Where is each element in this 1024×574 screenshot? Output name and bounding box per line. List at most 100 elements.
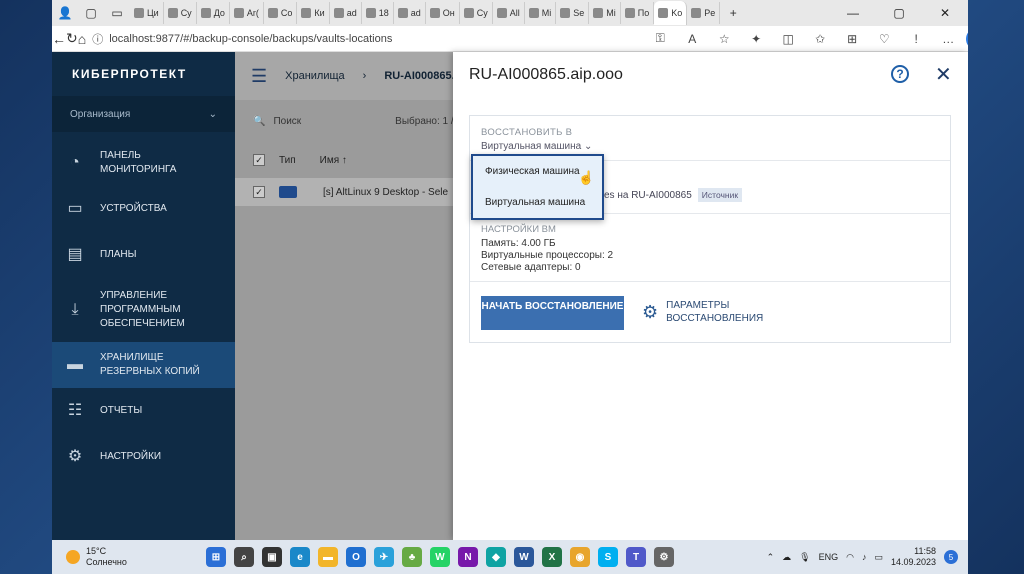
- time: 11:58: [914, 546, 936, 556]
- weather-widget[interactable]: 15°C Солнечно: [52, 546, 202, 568]
- new-tab-button[interactable]: +: [720, 2, 746, 24]
- tab-0[interactable]: Ци: [130, 2, 164, 24]
- row-name: [s] AltLinux 9 Desktop - Sele: [323, 186, 449, 198]
- tab-label: All: [509, 8, 520, 18]
- help-icon[interactable]: ?: [891, 65, 909, 83]
- tab-3[interactable]: Ar(: [230, 2, 264, 24]
- extensions-icon[interactable]: ✦: [742, 32, 770, 46]
- sidebar-item-3[interactable]: ⤓ Управление программным обеспечением: [52, 278, 235, 342]
- app-icon[interactable]: ◆: [486, 547, 506, 567]
- select-all-checkbox[interactable]: ✓: [253, 154, 265, 166]
- app-icon[interactable]: ♣: [402, 547, 422, 567]
- clock[interactable]: 11:58 14.09.2023: [891, 546, 936, 568]
- tab-13[interactable]: Se: [556, 2, 590, 24]
- bing-icon[interactable]: b: [966, 27, 968, 50]
- outlook-icon[interactable]: O: [346, 547, 366, 567]
- favicon-icon: [167, 8, 178, 18]
- edge-icon[interactable]: e: [290, 547, 310, 567]
- tab-9[interactable]: Он: [426, 2, 460, 24]
- minimize-button[interactable]: —: [830, 6, 876, 20]
- info-icon[interactable]: ⓘ: [92, 31, 103, 47]
- tab-11[interactable]: All: [493, 2, 525, 24]
- tab-4[interactable]: Co: [264, 2, 298, 24]
- task-view-icon[interactable]: ▣: [262, 547, 282, 567]
- more-icon[interactable]: …: [934, 32, 962, 46]
- notification-badge[interactable]: 5: [944, 550, 958, 564]
- settings-icon[interactable]: ⚙: [654, 547, 674, 567]
- split-screen-icon[interactable]: ◫: [774, 32, 802, 46]
- chrome-icon[interactable]: ◉: [570, 547, 590, 567]
- tab-5[interactable]: Ки: [297, 2, 330, 24]
- excel-icon[interactable]: X: [542, 547, 562, 567]
- chevron-up-icon[interactable]: ⌃: [767, 552, 775, 563]
- profile-icon[interactable]: 👤: [52, 2, 78, 24]
- collections-icon[interactable]: ⊞: [838, 32, 866, 46]
- url-field[interactable]: ⓘ localhost:9877/#/backup-console/backup…: [86, 29, 646, 49]
- battery-icon[interactable]: ▭: [874, 552, 883, 563]
- start-recovery-button[interactable]: НАЧАТЬ ВОССТАНОВЛЕНИЕ: [481, 296, 624, 330]
- read-aloud-icon[interactable]: A: [678, 32, 706, 46]
- tab-14[interactable]: Mi: [589, 2, 621, 24]
- sidebar-item-4[interactable]: ▬ Хранилище резервных копий: [52, 342, 235, 388]
- explorer-icon[interactable]: ▬: [318, 547, 338, 567]
- tab-7[interactable]: 18: [362, 2, 394, 24]
- favorites-icon[interactable]: ✩: [806, 32, 834, 46]
- organization-selector[interactable]: Организация ⌄: [52, 96, 235, 132]
- divider: [470, 281, 950, 282]
- col-type[interactable]: Тип: [279, 155, 296, 166]
- maximize-button[interactable]: ▢: [876, 6, 922, 20]
- tab-8[interactable]: ad: [394, 2, 426, 24]
- language-indicator[interactable]: ENG: [819, 552, 839, 562]
- menu-icon[interactable]: ☰: [251, 66, 267, 87]
- sidebar-item-0[interactable]: ◔ Панель мониторинга: [52, 140, 235, 186]
- tab-bar: 👤 ▢ ▭ Ци Су До Ar(Co Ки ad 18 ad Он Су All Mi Se Mi По…: [52, 0, 968, 26]
- microphone-icon[interactable]: 🎙: [799, 552, 810, 563]
- vm-icon: [279, 186, 297, 198]
- skype-icon[interactable]: S: [598, 547, 618, 567]
- search-icon[interactable]: ⌕: [234, 547, 254, 567]
- sidebar-item-5[interactable]: ☷ Отчеты: [52, 388, 235, 434]
- home-button[interactable]: ⌂: [78, 31, 86, 47]
- tab-17[interactable]: Pe: [687, 2, 721, 24]
- telegram-icon[interactable]: ✈: [374, 547, 394, 567]
- performance-icon[interactable]: ♡: [870, 32, 898, 46]
- dropdown-option-virtual[interactable]: Виртуальная машина: [473, 187, 602, 218]
- onenote-icon[interactable]: N: [458, 547, 478, 567]
- recovery-options-button[interactable]: ⚙ ПАРАМЕТРЫ ВОССТАНОВЛЕНИЯ: [642, 299, 766, 325]
- close-icon[interactable]: ✕: [935, 62, 952, 87]
- wifi-icon[interactable]: ◠: [846, 552, 854, 563]
- sidebar-item-2[interactable]: ▤ Планы: [52, 232, 235, 278]
- vm-memory: Память: 4.00 ГБ: [481, 238, 556, 249]
- word-icon[interactable]: W: [514, 547, 534, 567]
- restore-to-select[interactable]: Виртуальная машина ⌄: [481, 141, 592, 152]
- tab-1[interactable]: Су: [164, 2, 197, 24]
- search-input[interactable]: Поиск: [273, 116, 301, 127]
- tab-15[interactable]: По: [621, 2, 655, 24]
- favorite-star-icon[interactable]: ☆: [710, 32, 738, 46]
- row-checkbox[interactable]: ✓: [253, 186, 265, 198]
- tab-actions-icon[interactable]: ▭: [104, 2, 130, 24]
- notifications-icon[interactable]: !: [902, 32, 930, 46]
- vm-settings-label[interactable]: НАСТРОЙКИ ВМ: [481, 224, 556, 235]
- reload-button[interactable]: ↻: [66, 30, 78, 47]
- tab-2[interactable]: До: [197, 2, 230, 24]
- col-name[interactable]: Имя ↑: [320, 155, 347, 166]
- toolbar-icons: ⚿ A ☆ ✦ ◫ ✩ ⊞ ♡ ! … b: [646, 27, 968, 50]
- collections-icon[interactable]: ▢: [78, 2, 104, 24]
- start-icon[interactable]: ⊞: [206, 547, 226, 567]
- volume-icon[interactable]: ♪: [862, 552, 867, 562]
- onedrive-icon[interactable]: ☁: [782, 552, 791, 563]
- back-button[interactable]: ←: [52, 31, 66, 47]
- sidebar-item-1[interactable]: ▭ Устройства: [52, 186, 235, 232]
- sidebar-item-6[interactable]: ⚙ Настройки: [52, 434, 235, 480]
- favicon-icon: [624, 8, 635, 18]
- close-window-button[interactable]: ✕: [922, 6, 968, 20]
- whatsapp-icon[interactable]: W: [430, 547, 450, 567]
- tab-16[interactable]: Ko: [654, 1, 688, 25]
- tab-12[interactable]: Mi: [525, 2, 557, 24]
- key-icon[interactable]: ⚿: [646, 31, 674, 46]
- breadcrumb-root[interactable]: Хранилища: [285, 70, 345, 82]
- tab-6[interactable]: ad: [330, 2, 362, 24]
- teams-icon[interactable]: T: [626, 547, 646, 567]
- tab-10[interactable]: Су: [460, 2, 493, 24]
